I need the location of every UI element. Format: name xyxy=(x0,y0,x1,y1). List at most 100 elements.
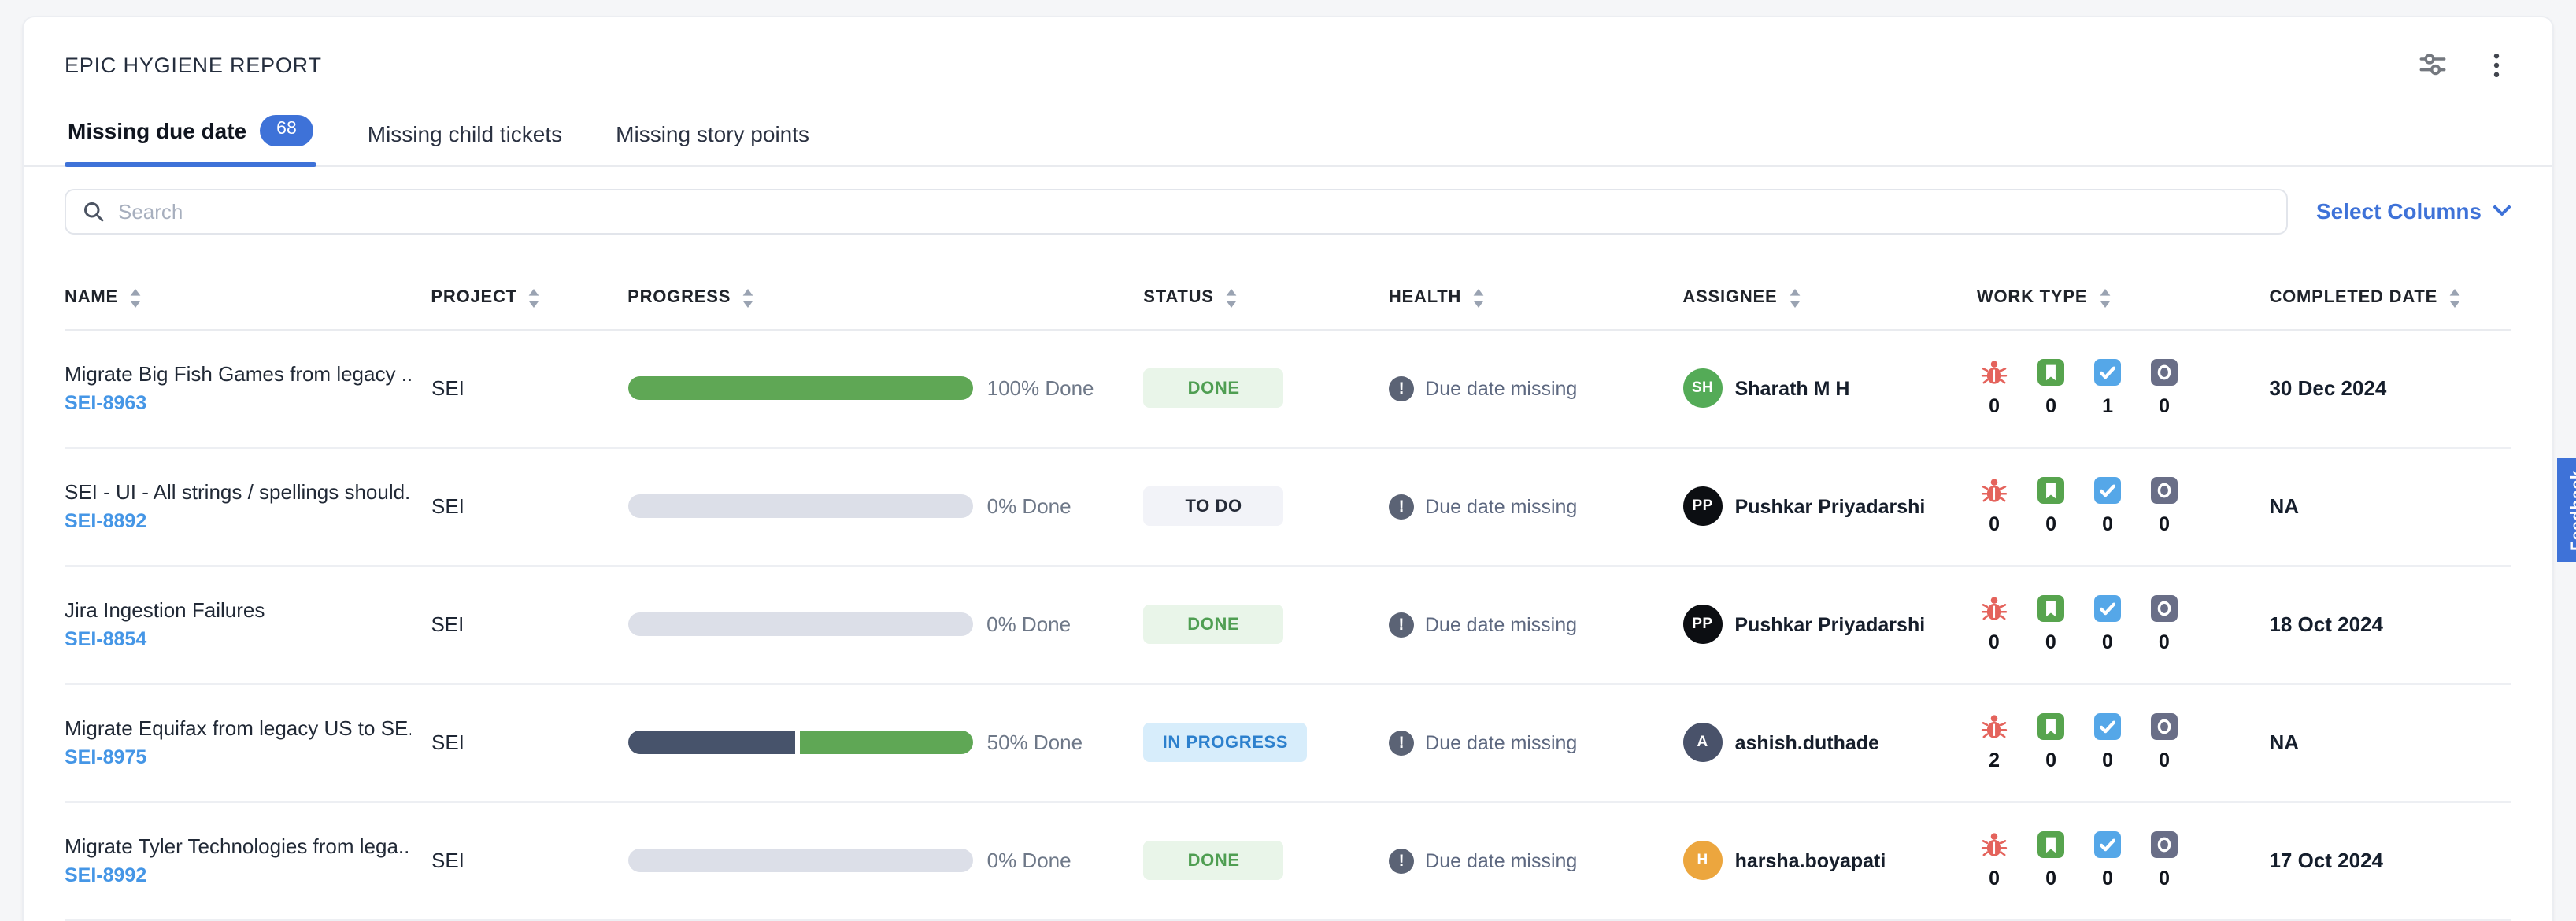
sort-icon[interactable] xyxy=(742,288,754,309)
progress-label: 0% Done xyxy=(987,849,1071,873)
sort-icon[interactable] xyxy=(1472,288,1485,309)
health-label: Due date missing xyxy=(1425,850,1577,872)
select-columns-button[interactable]: Select Columns xyxy=(2316,199,2511,224)
cell-work-type: 2 0 0 0 xyxy=(1977,714,2269,772)
progress-label: 50% Done xyxy=(987,731,1083,755)
column-header-assignee[interactable]: ASSIGNEE xyxy=(1682,288,1977,309)
sort-icon[interactable] xyxy=(2448,288,2461,309)
cell-status: DONE xyxy=(1143,605,1389,645)
work-type-story: 0 xyxy=(2034,360,2068,418)
story-icon xyxy=(2037,832,2064,859)
work-type-bug: 0 xyxy=(1977,596,2012,654)
column-header-work-type[interactable]: WORK TYPE xyxy=(1977,288,2270,309)
column-header-health[interactable]: HEALTH xyxy=(1389,288,1683,309)
tab-missing-due-date[interactable]: Missing due date 68 xyxy=(65,102,317,165)
cell-assignee: SH Sharath M H xyxy=(1683,369,1977,409)
search-icon xyxy=(82,200,105,224)
column-header-label: STATUS xyxy=(1143,289,1214,308)
ticket-link[interactable]: SEI-8992 xyxy=(65,865,146,887)
tab-label: Missing story points xyxy=(616,121,809,146)
task-icon xyxy=(2094,360,2121,387)
due-date-warning-icon: ! xyxy=(1389,494,1414,520)
avatar: A xyxy=(1683,723,1723,763)
search-box[interactable] xyxy=(65,189,2288,235)
epic-name: Migrate Big Fish Games from legacy ... xyxy=(65,362,411,388)
sort-icon[interactable] xyxy=(129,288,142,309)
work-type-epic: 0 xyxy=(2147,596,2182,654)
sort-icon[interactable] xyxy=(2098,288,2111,309)
cell-assignee: PP Pushkar Priyadarshi xyxy=(1683,487,1977,527)
work-type-epic: 0 xyxy=(2147,714,2182,772)
cell-completed-date: 30 Dec 2024 xyxy=(2269,377,2511,401)
progress-label: 100% Done xyxy=(987,377,1094,401)
column-header-progress[interactable]: PROGRESS xyxy=(627,288,1143,309)
progress-bar xyxy=(628,849,973,873)
sort-icon[interactable] xyxy=(1225,288,1238,309)
cell-progress: 0% Done xyxy=(627,613,1143,637)
due-date-warning-icon: ! xyxy=(1389,849,1414,874)
epic-icon xyxy=(2151,360,2178,387)
cell-project: SEI xyxy=(431,377,628,401)
task-icon xyxy=(2094,832,2121,859)
cell-progress: 0% Done xyxy=(628,849,1144,873)
status-badge: TO DO xyxy=(1144,487,1284,527)
column-header-name[interactable]: NAME xyxy=(65,288,431,309)
cell-progress: 50% Done xyxy=(628,731,1144,755)
work-type-task: 1 xyxy=(2090,360,2125,418)
tab-missing-story-points[interactable]: Missing story points xyxy=(613,109,812,165)
cell-health: ! Due date missing xyxy=(1389,494,1682,520)
work-type-bug: 0 xyxy=(1977,478,2012,536)
toolbar: Select Columns xyxy=(24,167,2552,235)
column-header-completed-date[interactable]: COMPLETED DATE xyxy=(2269,288,2511,309)
cell-status: TO DO xyxy=(1144,487,1390,527)
cell-health: ! Due date missing xyxy=(1389,849,1682,874)
task-icon xyxy=(2094,478,2121,505)
column-header-status[interactable]: STATUS xyxy=(1143,288,1389,309)
epic-hygiene-report-card: EPIC HYGIENE REPORT xyxy=(22,16,2554,921)
assignee-name: Pushkar Priyadarshi xyxy=(1735,496,1926,518)
cell-project: SEI xyxy=(431,613,627,637)
status-badge: DONE xyxy=(1143,605,1283,645)
cell-work-type: 0 0 0 0 xyxy=(1977,478,2269,536)
cell-name: Migrate Equifax from legacy US to SE... … xyxy=(65,716,431,769)
work-type-story: 0 xyxy=(2034,478,2068,536)
work-type-task: 0 xyxy=(2090,596,2125,654)
work-type-bug: 2 xyxy=(1977,714,2012,772)
card-header: EPIC HYGIENE REPORT xyxy=(24,17,2552,80)
status-badge: DONE xyxy=(1144,369,1284,409)
ticket-link[interactable]: SEI-8975 xyxy=(65,747,146,769)
status-badge: DONE xyxy=(1144,841,1284,881)
cell-name: Jira Ingestion Failures SEI-8854 xyxy=(65,598,431,651)
cell-status: DONE xyxy=(1144,369,1390,409)
story-icon xyxy=(2037,478,2064,505)
column-header-label: HEALTH xyxy=(1389,289,1461,308)
work-type-story: 0 xyxy=(2034,714,2068,772)
cell-health: ! Due date missing xyxy=(1389,731,1682,756)
ticket-link[interactable]: SEI-8963 xyxy=(65,393,146,415)
table-row: Migrate Equifax from legacy US to SE... … xyxy=(65,685,2511,803)
sort-icon[interactable] xyxy=(1789,288,1801,309)
feedback-tab[interactable]: Feedback xyxy=(2557,458,2576,562)
avatar: PP xyxy=(1682,605,1722,645)
ticket-link[interactable]: SEI-8892 xyxy=(65,511,146,533)
cell-status: DONE xyxy=(1144,841,1390,881)
column-header-project[interactable]: PROJECT xyxy=(431,288,627,309)
work-type-task: 0 xyxy=(2090,832,2125,890)
avatar: H xyxy=(1683,841,1723,881)
sort-icon[interactable] xyxy=(528,288,541,309)
tab-missing-child-tickets[interactable]: Missing child tickets xyxy=(365,109,565,165)
page-title: EPIC HYGIENE REPORT xyxy=(65,53,322,76)
completed-date: NA xyxy=(2269,731,2299,755)
search-input[interactable] xyxy=(118,200,2271,224)
status-badge: IN PROGRESS xyxy=(1144,723,1307,763)
filter-sliders-icon[interactable] xyxy=(2417,49,2448,80)
cell-assignee: PP Pushkar Priyadarshi xyxy=(1682,605,1977,645)
epic-name: Migrate Tyler Technologies from lega... xyxy=(65,834,411,860)
ticket-link[interactable]: SEI-8854 xyxy=(65,629,146,651)
bug-icon xyxy=(1981,832,2008,859)
column-header-label: PROGRESS xyxy=(627,289,731,308)
kebab-menu-icon[interactable] xyxy=(2480,49,2511,80)
cell-project: SEI xyxy=(431,731,628,755)
table-body: Migrate Big Fish Games from legacy ... S… xyxy=(65,331,2511,921)
bug-icon xyxy=(1981,596,2008,623)
